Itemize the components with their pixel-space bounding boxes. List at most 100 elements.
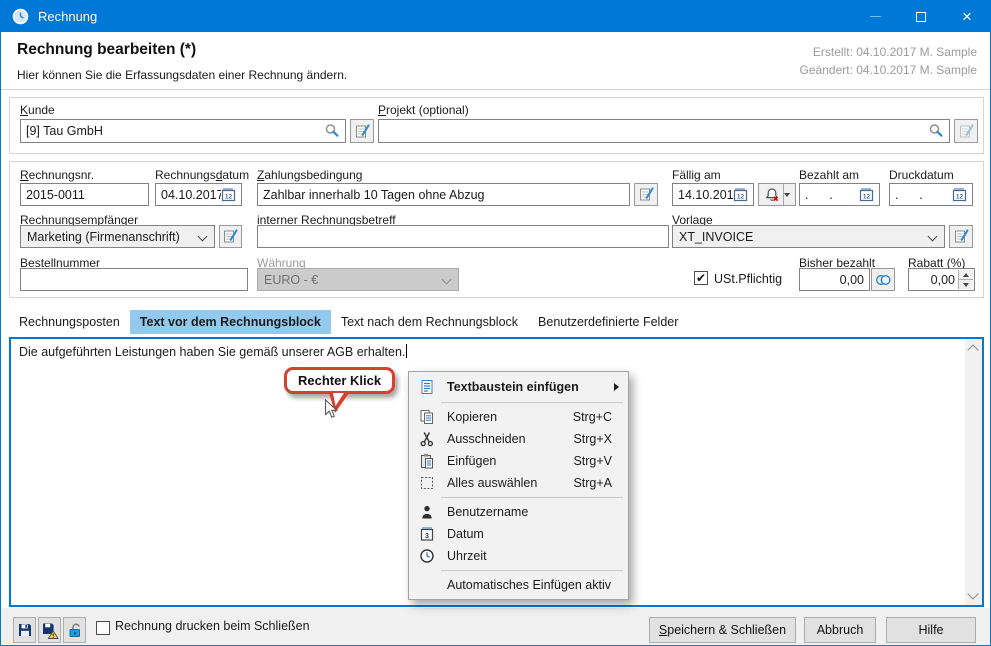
svg-text:12: 12 xyxy=(225,194,233,201)
edit-icon xyxy=(953,228,970,245)
save-warning-icon xyxy=(41,622,59,639)
vorlage-select[interactable]: XT_INVOICE xyxy=(672,225,945,248)
reminder-bell-icon xyxy=(764,187,780,203)
menu-item-datum[interactable]: 3 Datum xyxy=(409,523,628,545)
close-icon: × xyxy=(962,8,972,25)
scroll-down-icon[interactable] xyxy=(967,588,978,599)
chevron-down-icon xyxy=(928,232,938,242)
clock-icon xyxy=(415,548,439,564)
menu-item-ausschneiden[interactable]: Ausschneiden Strg+X xyxy=(409,428,628,450)
betreff-input[interactable] xyxy=(257,225,669,248)
print-on-close-label: Rechnung drucken beim Schließen xyxy=(115,608,310,645)
save-button[interactable] xyxy=(13,617,36,643)
zahlungsbedingung-input[interactable]: Zahlbar innerhalb 10 Tagen ohne Abzug xyxy=(257,183,630,206)
close-button[interactable]: × xyxy=(944,1,990,32)
callout-bubble: Rechter Klick xyxy=(284,367,395,394)
calendar-icon[interactable]: 12 xyxy=(221,187,236,202)
rechnungsnr-label: Rechnungsnr. xyxy=(20,168,94,182)
minimize-button[interactable] xyxy=(852,1,898,32)
tab-text-nach-rechnungsblock[interactable]: Text nach dem Rechnungsblock xyxy=(331,310,528,334)
bezahlt-am-input[interactable]: . . 12 xyxy=(799,183,880,206)
search-icon[interactable] xyxy=(324,123,340,139)
tab-text-vor-rechnungsblock[interactable]: Text vor dem Rechnungsblock xyxy=(130,310,331,334)
footer-bar: Rechnung drucken beim Schließen Speicher… xyxy=(1,608,990,645)
menu-item-einfuegen[interactable]: Einfügen Strg+V xyxy=(409,450,628,472)
chevron-down-icon xyxy=(442,275,452,285)
invoice-edit-window: Rechnung × Rechnung bearbeiten (*) Hier … xyxy=(0,0,991,646)
tab-benutzerdefinierte-felder[interactable]: Benutzerdefinierte Felder xyxy=(528,310,688,334)
window-title: Rechnung xyxy=(38,9,852,24)
select-all-icon xyxy=(415,475,439,491)
projekt-edit-button[interactable] xyxy=(954,119,978,143)
calendar-icon: 3 xyxy=(415,526,439,542)
unlock-icon xyxy=(67,622,83,638)
minimize-icon xyxy=(870,16,881,17)
edit-icon xyxy=(354,123,371,140)
paste-icon xyxy=(415,453,439,469)
rabatt-input[interactable]: 0,00 xyxy=(908,268,975,291)
svg-text:3: 3 xyxy=(425,533,429,540)
calendar-icon[interactable]: 12 xyxy=(859,187,874,202)
search-icon[interactable] xyxy=(928,123,944,139)
rechnungsnr-input[interactable]: 2015-0011 xyxy=(20,183,149,206)
projekt-label: Projekt (optional) xyxy=(378,103,469,117)
bisher-bezahlt-input[interactable]: 0,00 xyxy=(799,268,870,291)
vertical-scrollbar[interactable] xyxy=(965,339,982,605)
checkmark-icon: ✔ xyxy=(696,271,706,285)
cancel-button[interactable]: Abbruch xyxy=(804,617,876,643)
rechnungsdatum-input[interactable]: 04.10.2017 12 xyxy=(155,183,242,206)
bestellnummer-input[interactable] xyxy=(20,268,248,291)
zahlungsbedingung-label: Zahlungsbedingung xyxy=(257,168,362,182)
ust-pflichtig-label: USt.Pflichtig xyxy=(714,272,782,286)
reminder-dropdown-button[interactable] xyxy=(758,183,796,206)
copy-icon xyxy=(415,409,439,425)
scroll-up-icon[interactable] xyxy=(967,344,978,355)
calendar-icon[interactable]: 12 xyxy=(952,187,967,202)
menu-item-uhrzeit[interactable]: Uhrzeit xyxy=(409,545,628,567)
save-and-close-button[interactable]: Speichern & Schließen xyxy=(649,617,796,643)
faellig-am-label: Fällig am xyxy=(672,168,721,182)
user-icon xyxy=(415,504,439,520)
unlock-button[interactable] xyxy=(63,617,86,643)
invoice-fields-group: Rechnungsnr. 2015-0011 Rechnungsdatum 04… xyxy=(9,161,984,298)
menu-item-alles-auswaehlen[interactable]: Alles auswählen Strg+A xyxy=(409,472,628,494)
menu-item-kopieren[interactable]: Kopieren Strg+C xyxy=(409,406,628,428)
menu-item-benutzername[interactable]: Benutzername xyxy=(409,501,628,523)
payments-button[interactable] xyxy=(871,268,895,291)
ust-pflichtig-checkbox[interactable]: ✔ xyxy=(694,271,708,285)
kunde-edit-button[interactable] xyxy=(350,119,374,143)
text-caret xyxy=(406,344,407,358)
rabatt-spinner[interactable] xyxy=(958,270,973,289)
save-with-warning-button[interactable] xyxy=(38,617,61,643)
menu-separator xyxy=(441,497,623,498)
page-title: Rechnung bearbeiten (*) xyxy=(17,41,196,59)
druckdatum-label: Druckdatum xyxy=(889,168,954,182)
mouse-cursor-icon xyxy=(324,399,339,420)
edit-icon xyxy=(958,123,975,140)
edit-icon xyxy=(638,186,655,203)
help-button[interactable]: Hilfe xyxy=(886,617,976,643)
rechnungsempfaenger-edit-button[interactable] xyxy=(219,225,242,248)
menu-item-automatisches-einfuegen[interactable]: Automatisches Einfügen aktiv xyxy=(409,574,628,596)
projekt-input[interactable] xyxy=(378,119,950,143)
menu-item-textbaustein-einfuegen[interactable]: Textbaustein einfügen xyxy=(409,375,628,399)
editor-text: Die aufgeführten Leistungen haben Sie ge… xyxy=(19,344,407,359)
modified-meta: Geändert: 04.10.2017 M. Sample xyxy=(800,63,977,77)
titlebar[interactable]: Rechnung × xyxy=(1,1,990,32)
print-on-close-checkbox[interactable] xyxy=(96,621,110,635)
faellig-am-input[interactable]: 14.10.2017 12 xyxy=(672,183,754,206)
maximize-button[interactable] xyxy=(898,1,944,32)
druckdatum-input[interactable]: . . 12 xyxy=(889,183,973,206)
spinner-down-button[interactable] xyxy=(959,279,973,289)
page-subtitle: Hier können Sie die Erfassungsdaten eine… xyxy=(17,68,347,82)
zahlungsbedingung-edit-button[interactable] xyxy=(634,183,658,206)
spinner-up-button[interactable] xyxy=(959,270,973,279)
customer-group: Kunde [9] Tau GmbH Projekt (optional) xyxy=(9,97,984,154)
vorlage-edit-button[interactable] xyxy=(949,225,973,248)
calendar-icon[interactable]: 12 xyxy=(733,187,748,202)
tab-rechnungsposten[interactable]: Rechnungsposten xyxy=(9,310,130,334)
rechnungsempfaenger-select[interactable]: Marketing (Firmenanschrift) xyxy=(20,225,215,248)
save-icon xyxy=(17,622,33,638)
kunde-input[interactable]: [9] Tau GmbH xyxy=(20,119,346,143)
button-divider xyxy=(783,184,784,205)
